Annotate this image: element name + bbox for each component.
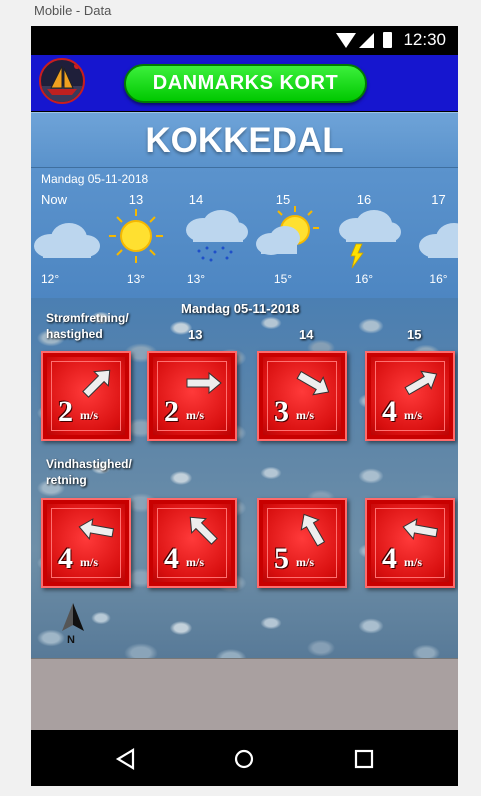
current-speed-unit: m/s (296, 408, 314, 422)
sailboat-logo-icon[interactable] (39, 58, 85, 104)
forecast-hour: 17 (431, 192, 446, 207)
direction-arrow-icon (186, 371, 222, 395)
wind-label-line: retning (46, 473, 87, 487)
water-hour: 14 (299, 327, 314, 342)
wind-tile[interactable]: 4 m/s (365, 498, 455, 588)
wind-speed-unit: m/s (186, 555, 204, 569)
current-speed-value: 4 (382, 395, 397, 428)
android-nav-bar (31, 730, 458, 786)
direction-arrow-icon (78, 518, 115, 540)
current-tile[interactable]: 4 m/s (365, 351, 455, 441)
wind-speed-unit: m/s (80, 555, 98, 569)
status-time: 12:30 (403, 30, 446, 49)
hourly-forecast: Mandag 05-11-2018 Now 12° 13 13° 14 13° … (31, 168, 458, 299)
current-tile[interactable]: 2 m/s (147, 351, 237, 441)
bottom-panel (31, 658, 458, 731)
danmarks-kort-button[interactable]: DANMARKS KORT (124, 64, 367, 103)
wind-speed-value: 5 (274, 542, 289, 575)
wind-speed-value: 4 (164, 542, 179, 575)
wind-tile[interactable]: 4 m/s (147, 498, 237, 588)
location-header: KOKKEDAL (31, 112, 458, 168)
wind-speed-unit: m/s (404, 555, 422, 569)
wifi-icon (336, 33, 356, 48)
wind-label: Vindhastighed/ retning (46, 456, 132, 488)
wind-speed-unit: m/s (296, 555, 314, 569)
forecast-column: 14 13° (181, 192, 248, 292)
forecast-temp: 13° (126, 272, 146, 286)
thunder-cloud-icon (339, 210, 401, 269)
sun-behind-cloud-icon (256, 206, 319, 255)
forecast-temp: 16° (354, 272, 374, 286)
current-label: Strømfretning/ hastighed (46, 310, 129, 342)
signal-icon (359, 33, 374, 48)
forecast-temp: 13° (186, 272, 206, 286)
top-bar: DANMARKS KORT (31, 55, 458, 111)
north-arrow-icon: N (62, 603, 84, 646)
water-hour: 13 (188, 327, 203, 342)
forecast-date: Mandag 05-11-2018 (41, 172, 149, 186)
current-tile[interactable]: 3 m/s (257, 351, 347, 441)
wind-speed-value: 4 (382, 542, 397, 575)
forecast-hour: 14 (188, 192, 204, 207)
current-speed-value: 3 (274, 395, 289, 428)
forecast-temp: 15° (273, 272, 293, 286)
forecast-hour: 13 (128, 192, 144, 207)
wind-speed-value: 4 (58, 542, 73, 575)
forecast-column: 16 16° (334, 192, 401, 292)
current-label-line: Strømfretning/ (46, 311, 129, 325)
wind-label-line: Vindhastighed/ (46, 457, 132, 471)
window-caption: Mobile - Data (34, 3, 112, 18)
forecast-hour: 16 (356, 192, 372, 207)
forecast-hour: 15 (275, 192, 291, 207)
back-icon[interactable] (111, 744, 141, 774)
current-speed-unit: m/s (186, 408, 204, 422)
current-speed-unit: m/s (404, 408, 422, 422)
phone-frame: 12:30 DANMARKS KORT KOKKEDAL Mandag 05-1… (31, 26, 458, 786)
wind-tile[interactable]: 4 m/s (41, 498, 131, 588)
sun-icon (109, 209, 163, 263)
home-icon[interactable] (229, 744, 259, 774)
forecast-hour: Now (41, 192, 68, 207)
direction-arrow-icon (189, 516, 218, 545)
current-speed-value: 2 (164, 395, 179, 428)
current-label-line: hastighed (46, 327, 103, 341)
forecast-column: Now 12° (31, 192, 100, 292)
current-speed-unit: m/s (80, 408, 98, 422)
direction-arrow-icon (300, 513, 326, 547)
recents-icon[interactable] (349, 744, 379, 774)
rain-cloud-icon (186, 210, 248, 262)
cloud-icon (34, 223, 100, 258)
direction-arrow-icon (82, 369, 111, 398)
wind-tile[interactable]: 5 m/s (257, 498, 347, 588)
direction-arrow-icon (404, 370, 438, 396)
forecast-column: 13 13° (106, 192, 166, 292)
status-bar: 12:30 (31, 26, 458, 55)
direction-arrow-icon (296, 370, 330, 396)
current-speed-value: 2 (58, 395, 73, 428)
forecast-temp: 12° (41, 272, 60, 286)
forecast-temp: 16° (429, 272, 448, 286)
direction-arrow-icon (402, 518, 439, 540)
location-title: KOKKEDAL (145, 121, 344, 160)
cloud-icon (419, 223, 458, 258)
water-conditions-panel: Strømfretning/ hastighed Mandag 05-11-20… (31, 298, 458, 658)
forecast-column: 15 15° (253, 192, 319, 292)
forecast-column: 17 16° (416, 192, 458, 292)
current-tile[interactable]: 2 m/s (41, 351, 131, 441)
water-date: Mandag 05-11-2018 (181, 301, 300, 316)
north-label: N (67, 634, 75, 646)
water-hour: 15 (407, 327, 422, 342)
battery-icon (383, 32, 392, 48)
